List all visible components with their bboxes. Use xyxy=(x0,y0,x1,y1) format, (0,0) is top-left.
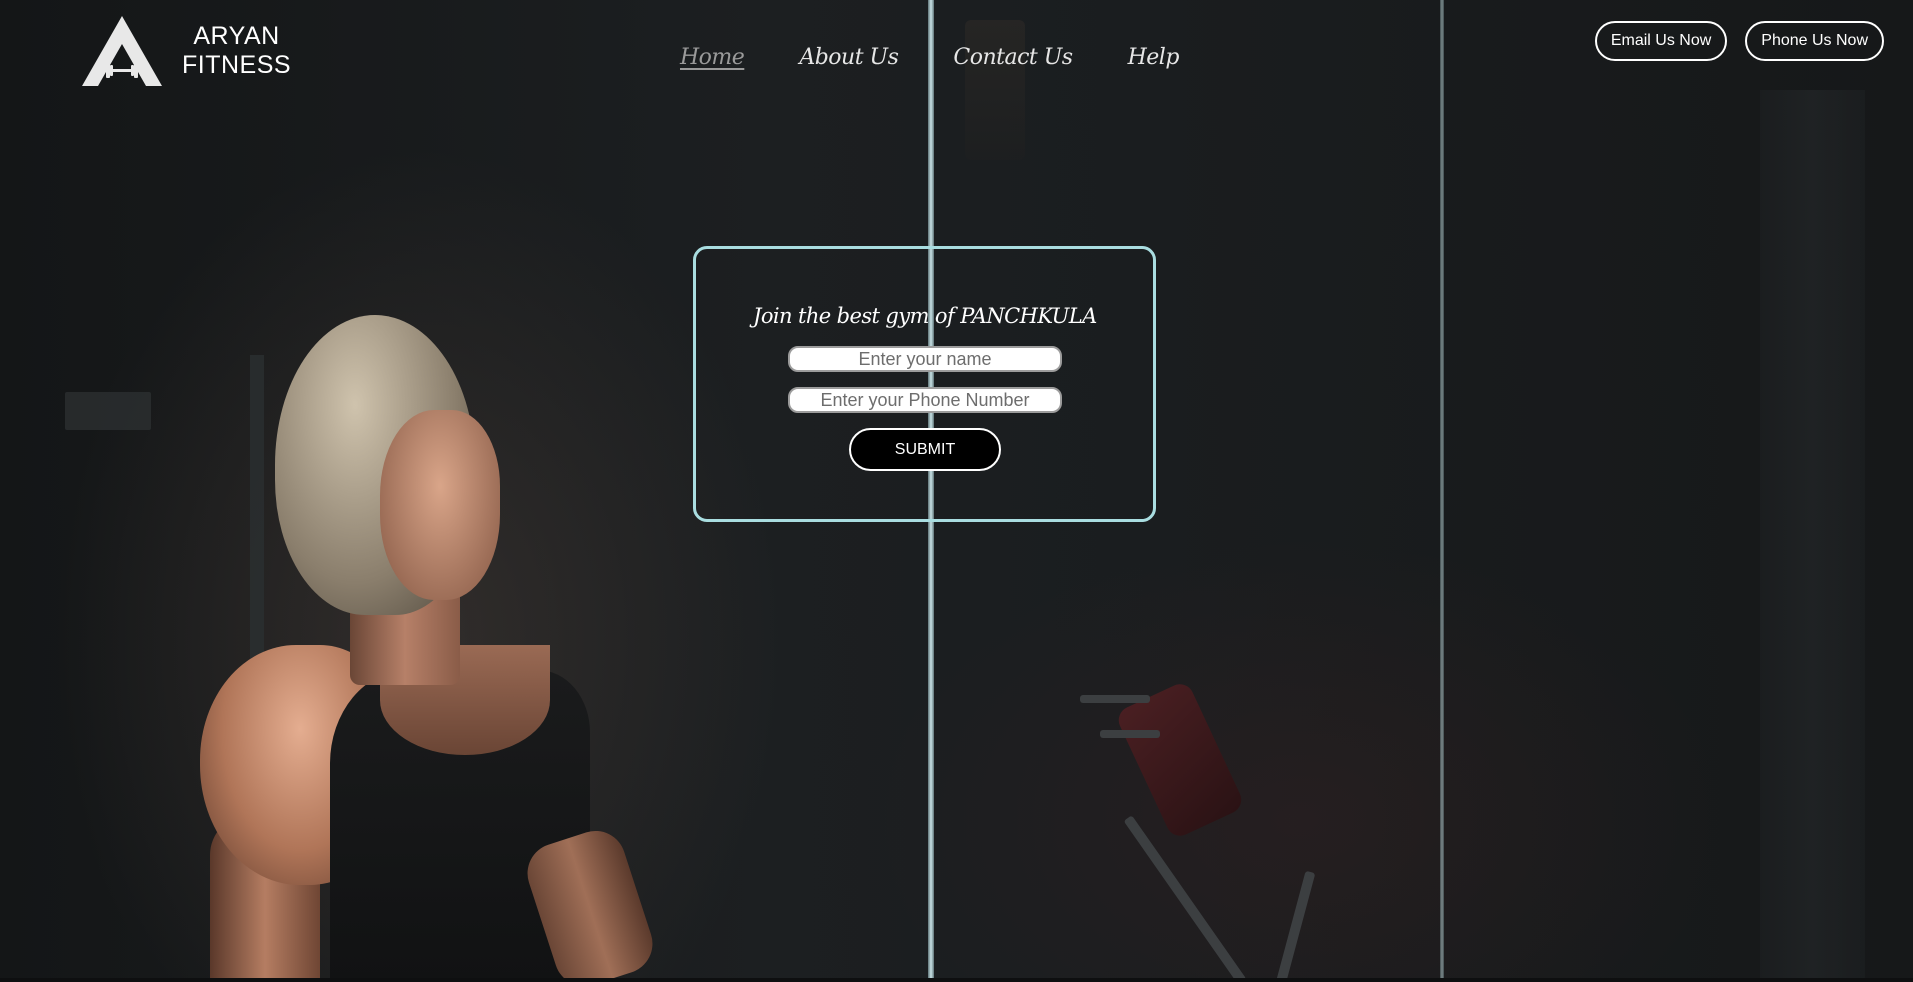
brand-logo[interactable]: ARYAN FITNESS xyxy=(82,16,291,86)
background-column xyxy=(1760,90,1865,978)
brand-name-line2: FITNESS xyxy=(182,51,292,79)
nav-contact-us[interactable]: Contact Us xyxy=(953,45,1073,70)
nav-about-us[interactable]: About Us xyxy=(799,45,899,70)
background-sign xyxy=(65,392,151,430)
email-us-button[interactable]: Email Us Now xyxy=(1594,21,1728,61)
brand-name: ARYAN FITNESS xyxy=(182,22,291,80)
phone-us-button[interactable]: Phone Us Now xyxy=(1745,21,1884,61)
dumbbell-triangle-icon xyxy=(82,16,162,86)
nav-home[interactable]: Home xyxy=(680,45,745,70)
hero-page: ARYAN FITNESS Home About Us Contact Us H… xyxy=(0,0,1913,982)
main-nav: Home About Us Contact Us Help xyxy=(680,45,1179,70)
nav-help[interactable]: Help xyxy=(1128,45,1180,70)
background-bench xyxy=(1080,679,1380,978)
signup-headline: Join the best gym of PANCHKULA xyxy=(753,304,1097,328)
name-input[interactable]: Enter your name xyxy=(788,346,1062,372)
brand-name-line1: ARYAN xyxy=(193,22,280,50)
phone-input[interactable]: Enter your Phone Number xyxy=(788,387,1062,413)
submit-button[interactable]: SUBMIT xyxy=(849,428,1001,471)
athlete-photo xyxy=(180,315,700,978)
contact-buttons: Email Us Now Phone Us Now xyxy=(1594,21,1884,61)
signup-form: Join the best gym of PANCHKULA Enter you… xyxy=(693,246,1156,522)
background-lamp xyxy=(965,20,1025,160)
background-pole-right xyxy=(1440,0,1444,978)
